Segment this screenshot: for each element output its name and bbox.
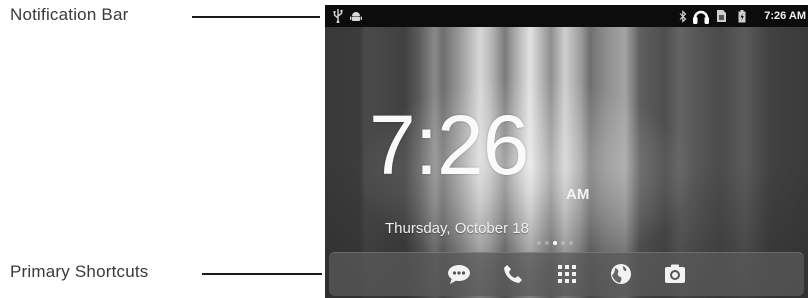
battery-charging-icon xyxy=(737,5,747,27)
page-dot xyxy=(561,241,565,245)
home-screen: 7:26 AM 7:26 AM Thursday, October 18 xyxy=(325,5,808,298)
page-dot xyxy=(545,241,549,245)
page-dot xyxy=(569,241,573,245)
phone-icon[interactable] xyxy=(499,260,527,288)
clock-widget-time[interactable]: 7:26 xyxy=(369,103,529,187)
sim-icon xyxy=(715,5,727,27)
primary-shortcuts-dock xyxy=(329,252,804,296)
messaging-icon[interactable] xyxy=(445,260,473,288)
android-debug-icon xyxy=(349,5,363,27)
bluetooth-icon xyxy=(678,5,688,27)
notification-bar-callout-label: Notification Bar xyxy=(10,5,129,24)
headset-icon xyxy=(691,5,711,27)
notification-bar-callout-line xyxy=(192,16,320,18)
usb-icon xyxy=(331,5,345,27)
camera-icon[interactable] xyxy=(661,260,689,288)
clock-widget-ampm: AM xyxy=(566,186,590,203)
clock-widget-date: Thursday, October 18 xyxy=(385,220,529,237)
page-dot xyxy=(537,241,541,245)
page-indicator xyxy=(537,241,573,245)
primary-shortcuts-callout-label: Primary Shortcuts xyxy=(10,262,149,281)
status-time: 7:26 AM xyxy=(764,10,806,22)
browser-icon[interactable] xyxy=(607,260,635,288)
notification-bar[interactable]: 7:26 AM xyxy=(325,5,808,27)
page-dot-active xyxy=(553,241,557,245)
app-drawer-icon[interactable] xyxy=(553,260,581,288)
primary-shortcuts-callout-line xyxy=(202,273,322,275)
